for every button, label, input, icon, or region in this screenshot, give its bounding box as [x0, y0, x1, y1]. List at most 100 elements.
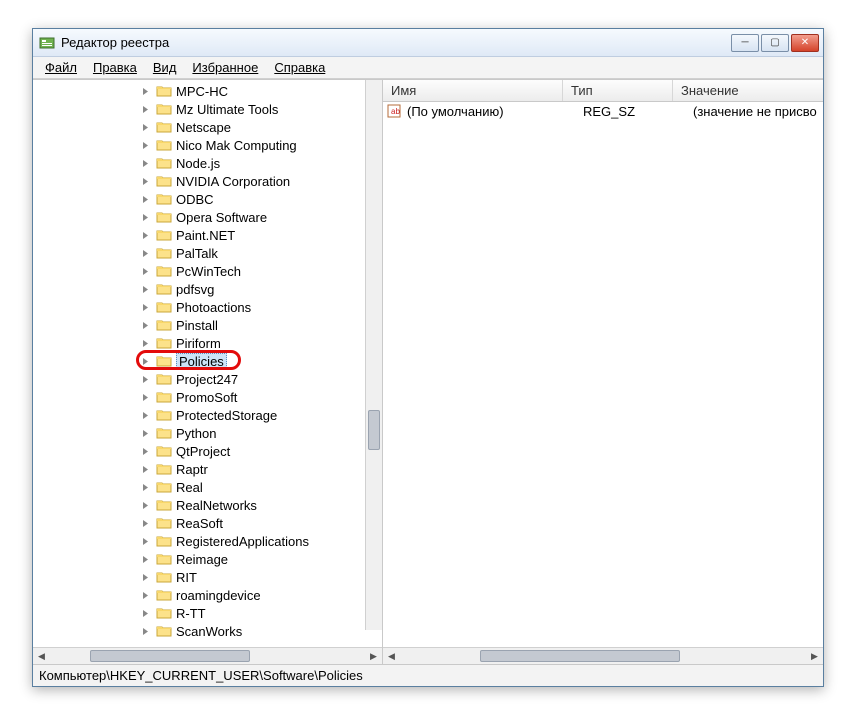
tree-item-label: Node.js	[176, 156, 220, 171]
tree-item[interactable]: PromoSoft	[33, 388, 382, 406]
values-horizontal-scrollbar[interactable]: ◀ ▶	[383, 647, 823, 664]
tree-item[interactable]: PcWinTech	[33, 262, 382, 280]
scrollbar-thumb[interactable]	[368, 410, 380, 450]
values-body[interactable]: ab (По умолчанию) REG_SZ (значение не пр…	[383, 102, 823, 647]
expand-icon[interactable]	[141, 321, 150, 330]
expand-icon[interactable]	[141, 267, 150, 276]
tree-item[interactable]: Reimage	[33, 550, 382, 568]
scroll-left-icon[interactable]: ◀	[383, 648, 400, 665]
menu-edit[interactable]: Правка	[85, 57, 145, 78]
expand-icon[interactable]	[141, 141, 150, 150]
folder-icon	[156, 156, 172, 170]
expand-icon[interactable]	[141, 123, 150, 132]
tree-item[interactable]: Node.js	[33, 154, 382, 172]
expand-icon[interactable]	[141, 411, 150, 420]
expand-icon[interactable]	[141, 285, 150, 294]
expand-icon[interactable]	[141, 393, 150, 402]
expand-icon[interactable]	[141, 429, 150, 438]
minimize-button[interactable]: ─	[731, 34, 759, 52]
tree-item[interactable]: Photoactions	[33, 298, 382, 316]
scroll-right-icon[interactable]: ▶	[365, 648, 382, 665]
tree-item[interactable]: Project247	[33, 370, 382, 388]
tree-item[interactable]: Raptr	[33, 460, 382, 478]
tree-item[interactable]: Mz Ultimate Tools	[33, 100, 382, 118]
expand-icon[interactable]	[141, 537, 150, 546]
expand-icon[interactable]	[141, 573, 150, 582]
expand-icon[interactable]	[141, 231, 150, 240]
tree-item-label: Raptr	[176, 462, 208, 477]
tree-item[interactable]: NVIDIA Corporation	[33, 172, 382, 190]
expand-icon[interactable]	[141, 483, 150, 492]
tree-item[interactable]: Real	[33, 478, 382, 496]
tree-item[interactable]: Nico Mak Computing	[33, 136, 382, 154]
expand-icon[interactable]	[141, 555, 150, 564]
expand-icon[interactable]	[141, 87, 150, 96]
close-button[interactable]: ✕	[791, 34, 819, 52]
menu-view[interactable]: Вид	[145, 57, 185, 78]
folder-icon	[156, 282, 172, 296]
expand-icon[interactable]	[141, 519, 150, 528]
tree-item[interactable]: Python	[33, 424, 382, 442]
expand-icon[interactable]	[141, 159, 150, 168]
tree-item[interactable]: Pinstall	[33, 316, 382, 334]
window-controls: ─ ▢ ✕	[731, 34, 819, 52]
titlebar[interactable]: Редактор реестра ─ ▢ ✕	[33, 29, 823, 57]
tree-item[interactable]: Policies	[33, 352, 382, 370]
content-area: MPC-HCMz Ultimate ToolsNetscapeNico Mak …	[33, 79, 823, 664]
scroll-right-icon[interactable]: ▶	[806, 648, 823, 665]
tree-item[interactable]: R-TT	[33, 604, 382, 622]
tree-item[interactable]: ScanWorks	[33, 622, 382, 640]
expand-icon[interactable]	[141, 195, 150, 204]
tree-item[interactable]: ReaSoft	[33, 514, 382, 532]
expand-icon[interactable]	[141, 375, 150, 384]
expand-icon[interactable]	[141, 303, 150, 312]
tree-item[interactable]: QtProject	[33, 442, 382, 460]
tree-item[interactable]: PalTalk	[33, 244, 382, 262]
tree-item[interactable]: Paint.NET	[33, 226, 382, 244]
menu-file[interactable]: Файл	[37, 57, 85, 78]
expand-icon[interactable]	[141, 339, 150, 348]
expand-icon[interactable]	[141, 105, 150, 114]
tree-item[interactable]: pdfsvg	[33, 280, 382, 298]
tree-item[interactable]: RIT	[33, 568, 382, 586]
tree-item[interactable]: RealNetworks	[33, 496, 382, 514]
folder-icon	[156, 192, 172, 206]
column-name[interactable]: Имя	[383, 80, 563, 101]
tree-horizontal-scrollbar[interactable]: ◀ ▶	[33, 647, 382, 664]
tree-item[interactable]: Opera Software	[33, 208, 382, 226]
menu-help[interactable]: Справка	[266, 57, 333, 78]
column-type[interactable]: Тип	[563, 80, 673, 101]
expand-icon[interactable]	[141, 213, 150, 222]
tree-item[interactable]: Piriform	[33, 334, 382, 352]
scroll-left-icon[interactable]: ◀	[33, 648, 50, 665]
folder-icon	[156, 552, 172, 566]
maximize-button[interactable]: ▢	[761, 34, 789, 52]
tree-item[interactable]: roamingdevice	[33, 586, 382, 604]
tree-item[interactable]: ODBC	[33, 190, 382, 208]
folder-icon	[156, 228, 172, 242]
expand-icon[interactable]	[141, 591, 150, 600]
tree-vertical-scrollbar[interactable]	[365, 80, 382, 630]
tree-item-label: RealNetworks	[176, 498, 257, 513]
value-row[interactable]: ab (По умолчанию) REG_SZ (значение не пр…	[383, 102, 823, 120]
column-value[interactable]: Значение	[673, 80, 823, 101]
expand-icon[interactable]	[141, 177, 150, 186]
expand-icon[interactable]	[141, 609, 150, 618]
tree-item[interactable]: MPC-HC	[33, 82, 382, 100]
expand-icon[interactable]	[141, 465, 150, 474]
folder-icon	[156, 426, 172, 440]
expand-icon[interactable]	[141, 447, 150, 456]
expand-icon[interactable]	[141, 249, 150, 258]
tree-item[interactable]: ProtectedStorage	[33, 406, 382, 424]
expand-icon[interactable]	[141, 627, 150, 636]
tree-item[interactable]: RegisteredApplications	[33, 532, 382, 550]
scrollbar-thumb[interactable]	[90, 650, 250, 662]
menu-favorites[interactable]: Избранное	[184, 57, 266, 78]
expand-icon[interactable]	[141, 501, 150, 510]
tree-item-label: Real	[176, 480, 203, 495]
tree-scroll[interactable]: MPC-HCMz Ultimate ToolsNetscapeNico Mak …	[33, 80, 382, 647]
scrollbar-thumb[interactable]	[480, 650, 680, 662]
expand-icon[interactable]	[141, 357, 150, 366]
folder-icon	[156, 588, 172, 602]
tree-item[interactable]: Netscape	[33, 118, 382, 136]
